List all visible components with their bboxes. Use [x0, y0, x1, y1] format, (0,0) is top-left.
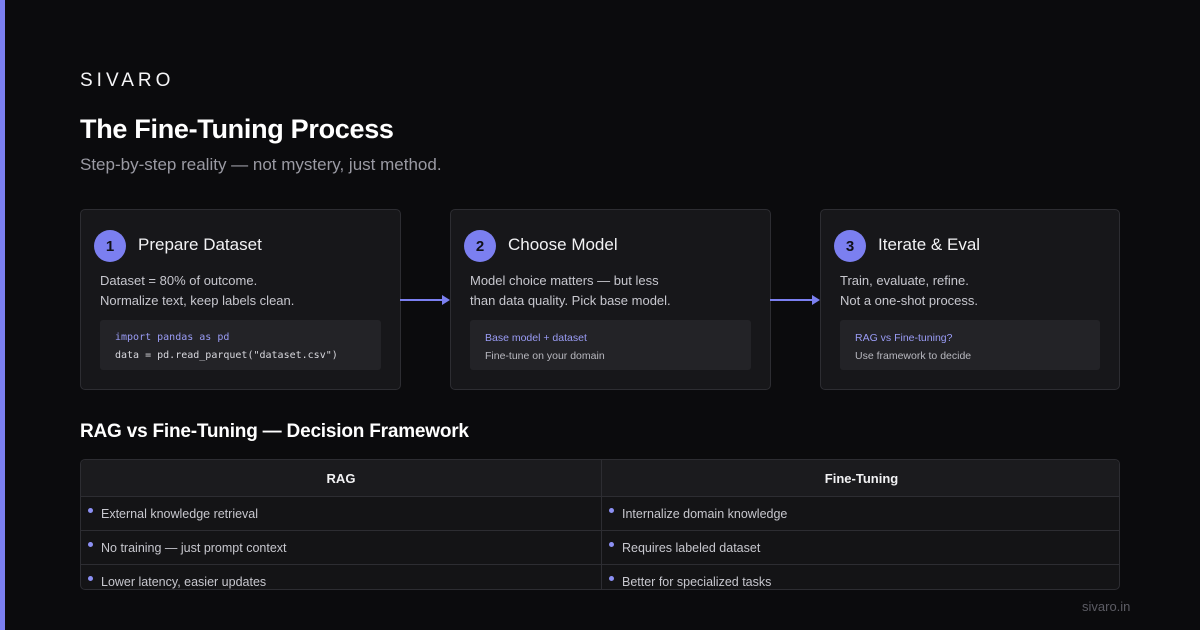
step-description-line: Dataset = 80% of outcome.: [100, 273, 258, 288]
accent-bar: [0, 0, 5, 630]
step-title: Prepare Dataset: [138, 235, 262, 254]
step-title: Iterate & Eval: [878, 235, 981, 254]
step-description: Dataset = 80% of outcome. Normalize text…: [100, 271, 294, 311]
step-description-line: than data quality. Pick base model.: [470, 293, 671, 308]
table-cell-text: Lower latency, easier updates: [101, 575, 267, 589]
table-header-rag: RAG: [81, 460, 601, 497]
info-box: Base model + dataset Fine-tune on your d…: [470, 320, 751, 370]
code-line: import pandas as pd: [115, 332, 230, 343]
step-number-badge: 2: [464, 230, 496, 262]
info-box-title: RAG vs Fine-tuning?: [855, 332, 953, 344]
step-number-badge: 3: [834, 230, 866, 262]
step-description: Model choice matters — but less than dat…: [470, 271, 671, 311]
bullet-icon: [88, 576, 93, 581]
info-box-title: Base model + dataset: [485, 332, 587, 344]
step-number-badge: 1: [94, 230, 126, 262]
step-card-choose-model: 2 Choose Model Model choice matters — bu…: [450, 209, 771, 390]
step-description-line: Normalize text, keep labels clean.: [100, 293, 295, 308]
table-cell-text: Internalize domain knowledge: [622, 506, 788, 521]
brand-logo: SIVARO: [80, 70, 175, 91]
table-header-fine-tuning: Fine-Tuning: [601, 460, 1119, 497]
code-snippet-box: import pandas as pd data = pd.read_parqu…: [100, 320, 381, 370]
step-title: Choose Model: [508, 235, 618, 254]
bullet-icon: [88, 508, 93, 513]
table-cell: External knowledge retrieval: [81, 497, 601, 531]
table-cell-text: No training — just prompt context: [101, 540, 287, 555]
step-description-line: Train, evaluate, refine.: [840, 273, 969, 288]
bullet-icon: [609, 542, 614, 547]
table-cell: Better for specialized tasks: [601, 565, 1119, 589]
arrow-right-icon: [400, 295, 450, 305]
page-title: The Fine-Tuning Process: [80, 114, 394, 144]
page-subtitle: Step-by-step reality — not mystery, just…: [80, 155, 442, 174]
step-description-line: Model choice matters — but less: [470, 273, 659, 288]
step-description-line: Not a one-shot process.: [840, 293, 979, 308]
footer-url: sivaro.in: [1082, 599, 1131, 614]
table-cell-text: Requires labeled dataset: [622, 540, 761, 555]
bullet-icon: [609, 576, 614, 581]
step-description: Train, evaluate, refine. Not a one-shot …: [840, 271, 978, 311]
info-box-text: Use framework to decide: [855, 350, 972, 362]
arrow-right-icon: [770, 295, 820, 305]
info-box-text: Fine-tune on your domain: [485, 350, 605, 362]
decision-framework-table: RAG Fine-Tuning External knowledge retri…: [80, 459, 1120, 590]
step-card-prepare-dataset: 1 Prepare Dataset Dataset = 80% of outco…: [80, 209, 401, 390]
table-cell: Internalize domain knowledge: [601, 497, 1119, 531]
code-line: data = pd.read_parquet("dataset.csv"): [115, 350, 338, 361]
table-cell-text: Better for specialized tasks: [622, 575, 772, 589]
table-cell: Requires labeled dataset: [601, 531, 1119, 565]
info-box: RAG vs Fine-tuning? Use framework to dec…: [840, 320, 1100, 370]
table-cell: Lower latency, easier updates: [81, 565, 601, 589]
step-card-iterate-eval: 3 Iterate & Eval Train, evaluate, refine…: [820, 209, 1120, 390]
table-cell: No training — just prompt context: [81, 531, 601, 565]
section-title: RAG vs Fine-Tuning — Decision Framework: [80, 421, 469, 442]
table-cell-text: External knowledge retrieval: [101, 506, 259, 521]
bullet-icon: [88, 542, 93, 547]
bullet-icon: [609, 508, 614, 513]
